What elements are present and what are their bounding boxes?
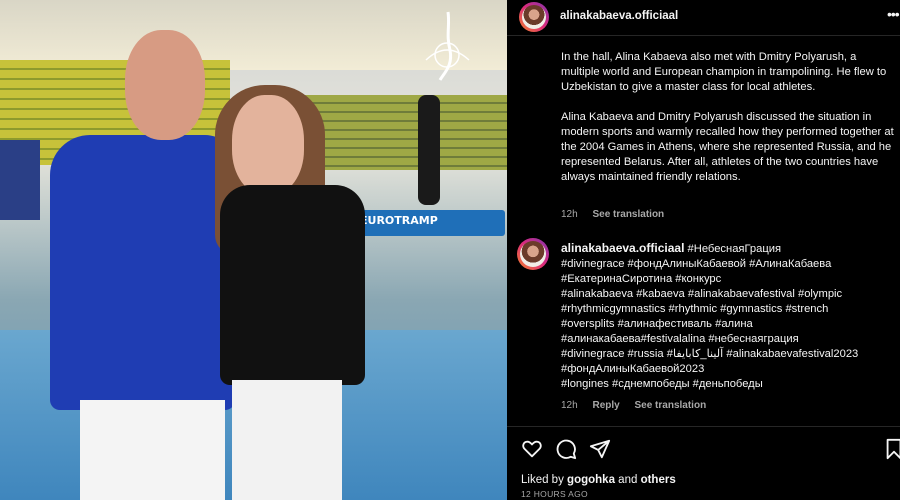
- caption-paragraph: In the hall, Alina Kabaeva also met with…: [561, 51, 887, 93]
- background-athlete: [418, 95, 440, 205]
- comment-reply[interactable]: Reply: [592, 400, 619, 411]
- woman-head: [232, 95, 304, 195]
- comment-line: #НебеснаяГрация: [687, 243, 782, 255]
- comment-see-translation[interactable]: See translation: [634, 400, 706, 411]
- trampoline-label: EUROTRAMP: [360, 214, 438, 227]
- heart-icon[interactable]: [521, 438, 543, 460]
- author-avatar[interactable]: [519, 2, 549, 32]
- share-icon[interactable]: [589, 438, 611, 460]
- man-figure: [50, 135, 235, 410]
- comment-line: #ЕкатеринаСиротина #конкурс: [561, 273, 722, 286]
- woman-figure: [220, 185, 365, 385]
- comment-line: #divinegrace #russia #آلينا_كابايفا #ali…: [561, 348, 859, 361]
- bookmark-icon[interactable]: [883, 438, 900, 460]
- comment-avatar[interactable]: [517, 238, 549, 270]
- post-timestamp: 12 HOURS AGO: [521, 489, 588, 499]
- likes-user[interactable]: gogohka: [567, 474, 615, 486]
- more-horizontal-icon[interactable]: •••: [887, 6, 900, 22]
- likes-summary: Liked by gogohka and others: [521, 474, 676, 486]
- post-photo[interactable]: EUROTRAMP: [0, 0, 507, 500]
- comment-username[interactable]: alinakabaeva.officiaal: [561, 241, 684, 255]
- caption-meta: 12h See translation: [561, 209, 676, 220]
- comment-line: #alinakabaeva #kabaeva #alinakabaevafest…: [561, 288, 843, 301]
- woman-pants: [232, 380, 342, 500]
- likes-and: and: [618, 474, 638, 486]
- comment-icon[interactable]: [555, 438, 577, 460]
- post-header: alinakabaeva.officiaal •••: [507, 0, 900, 36]
- caption-see-translation[interactable]: See translation: [592, 209, 664, 220]
- comment-line: #rhythmicgymnastics #rhythmic #gymnastic…: [561, 303, 829, 316]
- man-head: [125, 30, 205, 140]
- comment-line: #oversplits #алинафестиваль #алина: [561, 318, 753, 331]
- comment-body: alinakabaeva.officiaal #НебеснаяГрация #…: [561, 241, 896, 392]
- likes-prefix: Liked by: [521, 474, 564, 486]
- man-shorts: [80, 400, 225, 500]
- author-username[interactable]: alinakabaeva.officiaal: [560, 10, 678, 22]
- arena-banner: [0, 140, 40, 220]
- caption-paragraph: Alina Kabaeva and Dmitry Polyarush discu…: [561, 111, 894, 183]
- likes-others[interactable]: others: [641, 474, 676, 486]
- comment-line: #divinegrace #фондАлиныКабаевой #АлинаКа…: [561, 258, 832, 271]
- arena-seats-right: [300, 95, 507, 170]
- comment-line: #фондАлиныКабаевой2023: [561, 363, 705, 376]
- post-panel: alinakabaeva.officiaal ••• In the hall, …: [507, 0, 900, 500]
- comment-time: 12h: [561, 400, 578, 411]
- comment-line: #longines #сднемпобеды #деньпобеды: [561, 378, 763, 391]
- comment-line: #алинакабаева#festivalalina #небеснаягра…: [561, 333, 799, 346]
- caption-time: 12h: [561, 209, 578, 220]
- post-caption: In the hall, Alina Kabaeva also met with…: [561, 50, 895, 185]
- divider: [507, 426, 900, 427]
- comment-meta: 12h Reply See translation: [561, 400, 718, 411]
- gymnast-logo: [425, 11, 470, 81]
